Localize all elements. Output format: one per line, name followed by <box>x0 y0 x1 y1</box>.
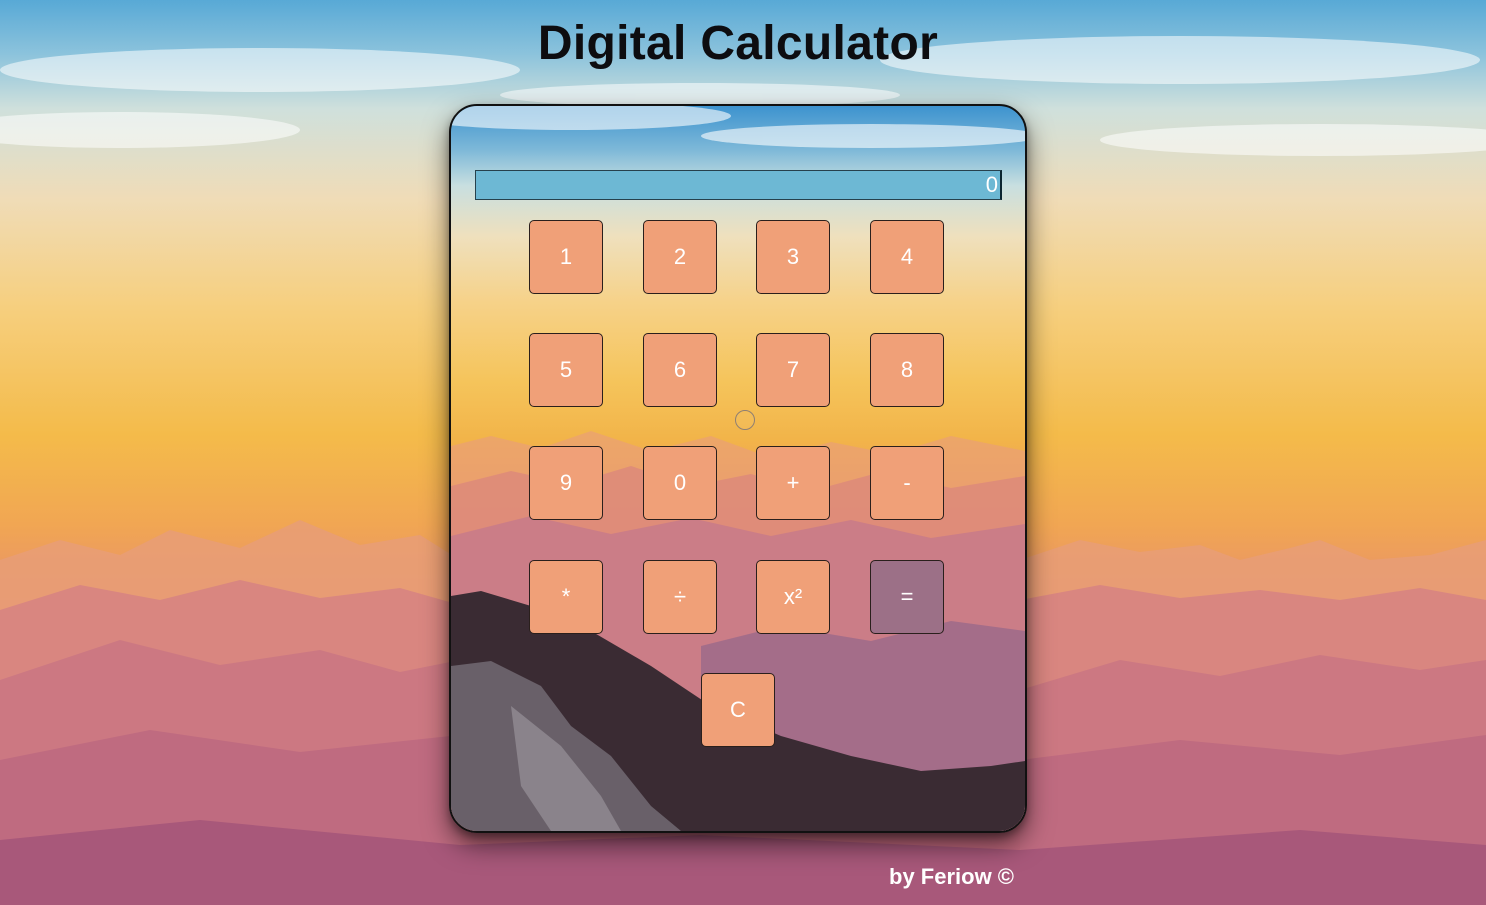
equals-button[interactable]: = <box>870 560 944 634</box>
plus-button[interactable]: + <box>756 446 830 520</box>
key-3-button[interactable]: 3 <box>756 220 830 294</box>
key-8-button[interactable]: 8 <box>870 333 944 407</box>
calculator-panel: 1 2 3 4 5 6 7 8 9 0 + - * ÷ x² = C <box>449 104 1027 833</box>
minus-button[interactable]: - <box>870 446 944 520</box>
page-title: Digital Calculator <box>537 17 939 70</box>
key-1-button[interactable]: 1 <box>529 220 603 294</box>
key-9-button[interactable]: 9 <box>529 446 603 520</box>
key-0-button[interactable]: 0 <box>643 446 717 520</box>
divide-button[interactable]: ÷ <box>643 560 717 634</box>
mouse-cursor-indicator <box>735 410 755 430</box>
square-button[interactable]: x² <box>756 560 830 634</box>
calculator-display[interactable] <box>475 170 1002 200</box>
author-credit: by Feriow © <box>889 864 1015 889</box>
key-7-button[interactable]: 7 <box>756 333 830 407</box>
key-5-button[interactable]: 5 <box>529 333 603 407</box>
key-2-button[interactable]: 2 <box>643 220 717 294</box>
key-4-button[interactable]: 4 <box>870 220 944 294</box>
multiply-button[interactable]: * <box>529 560 603 634</box>
key-6-button[interactable]: 6 <box>643 333 717 407</box>
clear-button[interactable]: C <box>701 673 775 747</box>
